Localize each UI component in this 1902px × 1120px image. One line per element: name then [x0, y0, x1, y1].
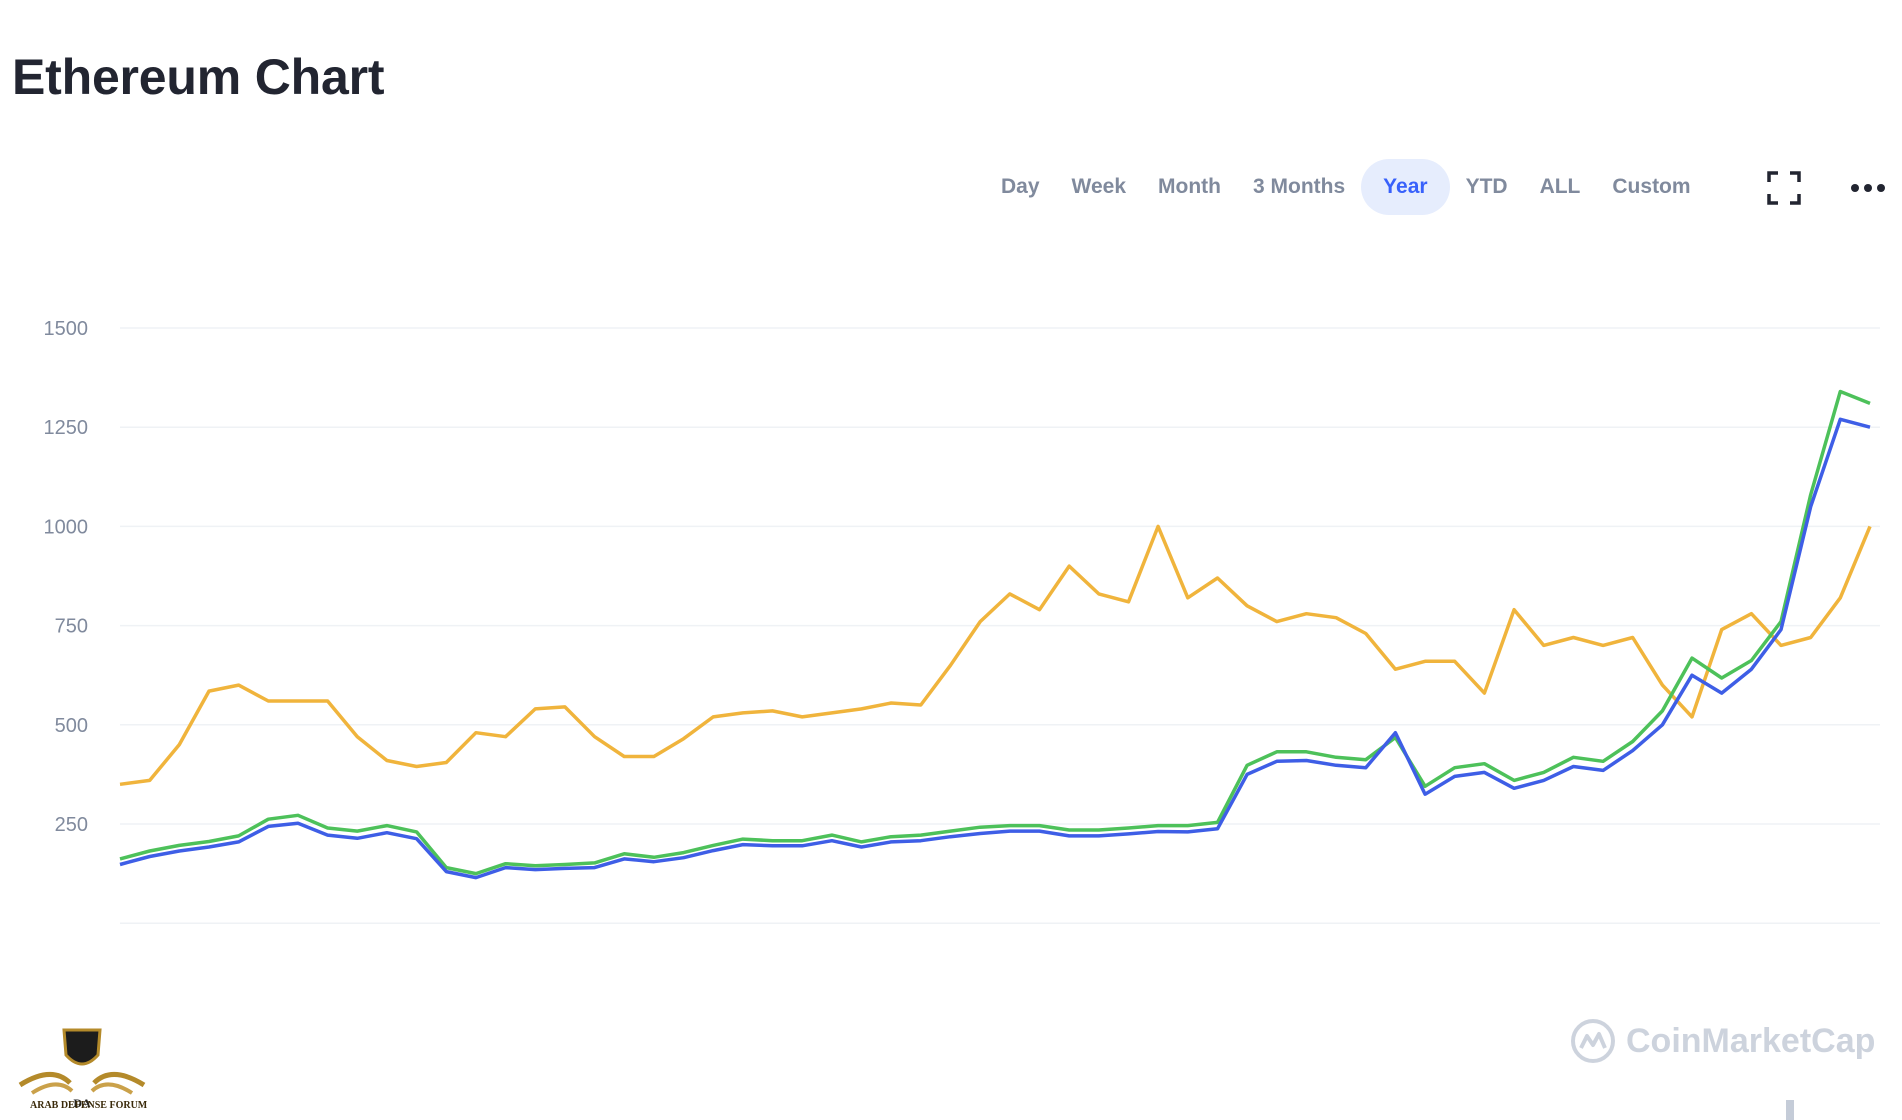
watermark-text: CoinMarketCap — [1626, 1021, 1876, 1060]
range-custom-button[interactable]: Custom — [1596, 159, 1706, 215]
y-tick-label: 750 — [55, 616, 88, 638]
time-range-selector: Day Week Month 3 Months Year YTD ALL Cus… — [985, 158, 1707, 216]
range-week-button[interactable]: Week — [1056, 159, 1142, 215]
range-3-months-button[interactable]: 3 Months — [1237, 159, 1361, 215]
price-usd-line — [119, 417, 1871, 880]
range-ytd-button[interactable]: YTD — [1450, 159, 1524, 215]
y-tick-label: 1250 — [44, 417, 89, 439]
scroll-indicator[interactable] — [1786, 1100, 1794, 1120]
fullscreen-button[interactable] — [1764, 168, 1804, 208]
range-year-button[interactable]: Year — [1361, 159, 1450, 215]
range-month-button[interactable]: Month — [1142, 159, 1237, 215]
y-tick-label: 1000 — [44, 516, 89, 538]
more-options-icon — [1851, 184, 1885, 192]
coinmarketcap-watermark: CoinMarketCap — [1570, 1018, 1875, 1064]
page-title: Ethereum Chart — [12, 49, 385, 105]
y-tick-label: 500 — [55, 715, 88, 737]
range-all-button[interactable]: ALL — [1524, 159, 1597, 215]
more-options-button[interactable] — [1848, 168, 1888, 208]
coinmarketcap-logo-icon — [1571, 1019, 1615, 1063]
range-day-button[interactable]: Day — [985, 159, 1056, 215]
volume-line — [119, 524, 1872, 787]
forum-logo-text: ARAB DEFENSE FORUM — [30, 1100, 148, 1111]
y-tick-label: 1500 — [44, 318, 89, 340]
price-btc-line — [119, 389, 1871, 876]
y-tick-label: 250 — [55, 814, 88, 836]
price-chart[interactable]: 250 500 750 1000 1250 1500 — [0, 290, 1902, 1090]
fullscreen-icon — [1767, 171, 1801, 205]
